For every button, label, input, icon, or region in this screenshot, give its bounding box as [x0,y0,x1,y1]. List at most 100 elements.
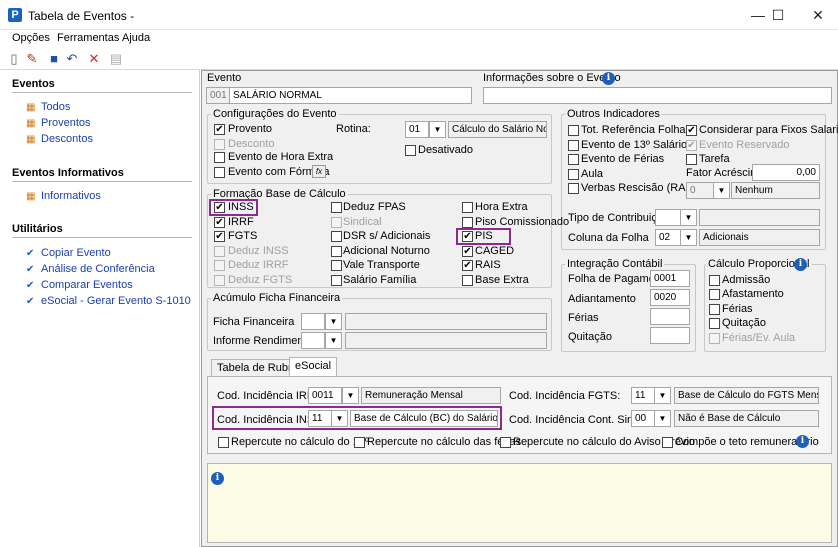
evento13-checkbox[interactable] [568,140,579,151]
evento-code-field[interactable]: 001 [206,87,230,104]
sidebar-item-descontos[interactable]: Descontos [41,133,93,145]
admissao-checkbox[interactable] [709,275,720,286]
ferias-aula-checkbox [709,333,720,344]
vale-transporte-checkbox[interactable] [331,260,342,271]
ficha-field[interactable] [301,313,325,330]
quitacao-prop-checkbox[interactable] [709,318,720,329]
sidebar-item-comparar[interactable]: Comparar Eventos [41,279,133,291]
inss-incidence-dropdown-button[interactable]: ▼ [331,410,348,427]
repercute-13-checkbox[interactable] [218,437,229,448]
informe-field[interactable] [301,332,325,349]
tab-esocial[interactable]: eSocial [289,357,338,377]
evento-name-field[interactable]: SALÁRIO NORMAL [229,87,472,104]
menu-opcoes[interactable]: Opções [12,32,50,44]
menu-ajuda[interactable]: Ajuda [122,32,150,44]
sidebar-divider [12,181,192,182]
formula-editor-button[interactable]: fx [312,165,326,178]
rotina-code-field[interactable]: 01 [405,121,429,138]
ferias-aula-label: Férias/Ev. Aula [722,332,796,344]
edit-pencil-icon[interactable]: ✎ [24,51,40,67]
rais-checkbox[interactable]: ✔ [462,260,473,271]
inss-incidence-code-field[interactable]: 11 [308,410,332,427]
rotina-dropdown-button[interactable]: ▼ [429,121,446,138]
folha-field[interactable]: 0001 [650,270,690,287]
sidebar-item-analise[interactable]: Análise de Conferência [41,263,155,275]
sidebar-item-todos[interactable]: Todos [41,101,70,113]
sidebar-item-esocial[interactable]: eSocial - Gerar Evento S-1010 [41,295,191,307]
coluna-code-field[interactable]: 02 [655,229,681,246]
table-icon: ▦ [26,102,36,113]
tarefa-checkbox[interactable] [686,154,697,165]
ficha-dropdown-button[interactable]: ▼ [325,313,342,330]
irrf-incidence-code-field[interactable]: 0011 [308,387,342,404]
sidebar-item-informativos[interactable]: Informativos [41,190,101,202]
sindical-incidence-dropdown-button[interactable]: ▼ [654,410,671,427]
save-icon[interactable]: ■ [46,51,62,67]
repercute-ferias-checkbox[interactable] [354,437,365,448]
esocial-info-icon[interactable]: i [796,435,809,448]
informe-dropdown-button[interactable]: ▼ [325,332,342,349]
maximize-button[interactable]: ☐ [758,4,798,26]
sidebar-item-copiar[interactable]: Copiar Evento [41,247,111,259]
print-icon[interactable]: ▤ [108,51,124,67]
rais-label: RAIS [475,259,501,271]
ferias-prop-checkbox[interactable] [709,304,720,315]
sidebar-item-proventos[interactable]: Proventos [41,117,91,129]
quitacao-field[interactable] [650,327,690,344]
ferias-contabil-field[interactable] [650,308,690,325]
verbas-dropdown-button[interactable]: ▼ [713,182,730,199]
sindical-incidence-code-field[interactable]: 00 [631,410,655,427]
undo-icon[interactable]: ↶ [64,51,80,67]
aula-checkbox[interactable] [568,169,579,180]
hora-extra-base-checkbox[interactable] [462,202,473,213]
deduz-fpas-checkbox[interactable] [331,202,342,213]
hora-extra-label: Evento de Hora Extra [228,151,334,163]
close-button[interactable]: ✕ [798,4,838,26]
notes-panel[interactable] [207,463,832,543]
hora-extra-checkbox[interactable] [214,152,225,163]
desativado-checkbox[interactable] [405,145,416,156]
pis-checkbox[interactable]: ✔ [462,231,473,242]
tipo-contrib-field[interactable] [655,209,681,226]
piso-checkbox[interactable] [462,217,473,228]
caged-checkbox[interactable]: ✔ [462,246,473,257]
info-evento-field[interactable] [483,87,832,104]
base-extra-label: Base Extra [475,274,529,286]
fixos-checkbox[interactable]: ✔ [686,125,697,136]
fator-field[interactable]: 0,00 [752,164,820,181]
dsr-checkbox[interactable] [331,231,342,242]
salario-familia-checkbox[interactable] [331,275,342,286]
afastamento-checkbox[interactable] [709,289,720,300]
app-icon: P [8,8,22,22]
fgts-incidence-dropdown-button[interactable]: ▼ [654,387,671,404]
inss-checkbox[interactable]: ✔ [214,202,225,213]
menu-ferramentas[interactable]: Ferramentas [57,32,119,44]
verbas-code-field[interactable]: 0 [686,182,714,199]
base-extra-checkbox[interactable] [462,275,473,286]
formula-checkbox[interactable] [214,167,225,178]
irrf-checkbox[interactable]: ✔ [214,217,225,228]
fgts-incidence-code-field[interactable]: 11 [631,387,655,404]
irrf-incidence-dropdown-button[interactable]: ▼ [342,387,359,404]
evento13-label: Evento de 13º Salário [581,139,688,151]
info-icon[interactable]: i [602,72,615,85]
coluna-dropdown-button[interactable]: ▼ [680,229,697,246]
tot-ref-checkbox[interactable] [568,125,579,136]
repercute-aviso-checkbox[interactable] [500,437,511,448]
tipo-contrib-dropdown-button[interactable]: ▼ [680,209,697,226]
sindical-label: Sindical [343,216,382,228]
ferias-evento-checkbox[interactable] [568,154,579,165]
desconto-label: Desconto [228,138,275,150]
adiant-field[interactable]: 0020 [650,289,690,306]
adicional-noturno-checkbox[interactable] [331,246,342,257]
provento-checkbox[interactable]: ✔ [214,124,225,135]
delete-icon[interactable]: ✕ [86,51,102,67]
verbas-label: Verbas Rescisão (RAIS) [581,182,700,194]
new-document-icon[interactable]: ▯ [6,51,22,67]
fgts-checkbox[interactable]: ✔ [214,231,225,242]
verbas-checkbox[interactable] [568,183,579,194]
tot-ref-label: Tot. Referência Folha [581,124,686,136]
proporcional-info-icon[interactable]: i [794,258,807,271]
teto-checkbox[interactable] [662,437,673,448]
table-icon: ▦ [26,191,36,202]
